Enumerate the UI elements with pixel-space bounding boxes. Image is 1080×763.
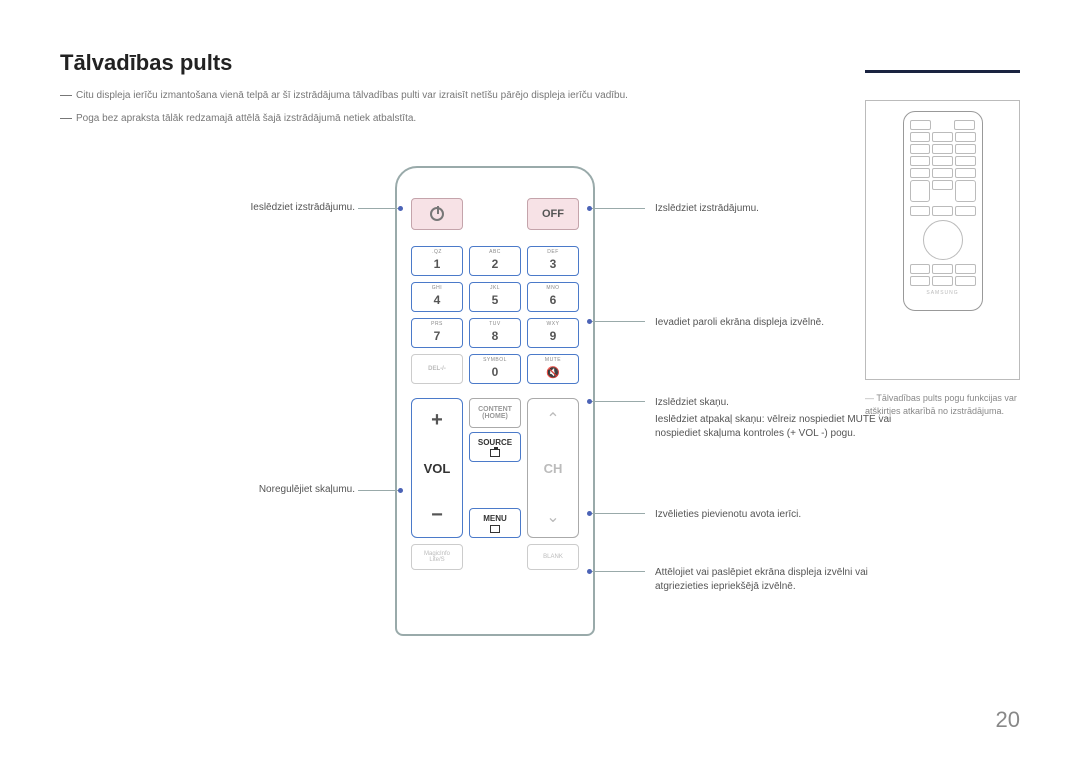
menu-icon: [490, 525, 500, 533]
key-1[interactable]: .QZ1: [411, 246, 463, 276]
leader: [590, 571, 645, 572]
volume-rocker[interactable]: + VOL −: [411, 398, 463, 538]
key-7[interactable]: PRS7: [411, 318, 463, 348]
mute-icon: 🔇: [546, 366, 560, 379]
channel-rocker[interactable]: ⌃ CH ⌄: [527, 398, 579, 538]
key-0[interactable]: SYMBOL0: [469, 354, 521, 384]
remote-thumbnail: SAMSUNG: [903, 111, 983, 311]
remote-thumbnail-box: SAMSUNG: [865, 100, 1020, 380]
sidenote: ― Tālvadības pults pogu funkcijas var at…: [865, 392, 1020, 417]
key-5[interactable]: JKL5: [469, 282, 521, 312]
callout-power-on: Ieslēdziet izstrādājumu.: [205, 202, 355, 213]
leader: [358, 208, 400, 209]
blank-button[interactable]: BLANK: [527, 544, 579, 570]
top-rule: [865, 70, 1020, 73]
callout-menu: Attēlojiet vai paslēpiet ekrāna displeja…: [655, 566, 915, 594]
source-icon: [490, 449, 500, 457]
menu-button[interactable]: MENU: [469, 508, 521, 538]
leader: [590, 401, 645, 402]
off-button[interactable]: OFF: [527, 198, 579, 230]
chevron-up-icon: ⌃: [546, 409, 559, 429]
leader: [358, 490, 400, 491]
content-home-button[interactable]: CONTENT (HOME): [469, 398, 521, 428]
key-8[interactable]: TUV8: [469, 318, 521, 348]
callout-source: Izvēlieties pievienotu avota ierīci.: [655, 508, 915, 522]
leader: [590, 321, 645, 322]
chevron-down-icon: ⌄: [546, 507, 559, 527]
key-9[interactable]: WXY9: [527, 318, 579, 348]
mute-button[interactable]: MUTE🔇: [527, 354, 579, 384]
leader: [590, 208, 645, 209]
remote-control: OFF .QZ1 ABC2 DEF3 GHI4 JKL5 MNO6 PRS7 T…: [395, 166, 595, 636]
magicinfo-button[interactable]: MagicInfo Lite/S: [411, 544, 463, 570]
callout-volume: Noregulējiet skaļumu.: [205, 484, 355, 495]
page-number: 20: [996, 707, 1020, 733]
key-2[interactable]: ABC2: [469, 246, 521, 276]
minus-icon: −: [431, 504, 443, 527]
key-3[interactable]: DEF3: [527, 246, 579, 276]
leader: [590, 513, 645, 514]
power-button[interactable]: [411, 198, 463, 230]
del-button[interactable]: DEL-/-: [411, 354, 463, 384]
power-icon: [430, 207, 444, 221]
plus-icon: +: [431, 409, 443, 432]
key-4[interactable]: GHI4: [411, 282, 463, 312]
key-6[interactable]: MNO6: [527, 282, 579, 312]
source-button[interactable]: SOURCE: [469, 432, 521, 462]
